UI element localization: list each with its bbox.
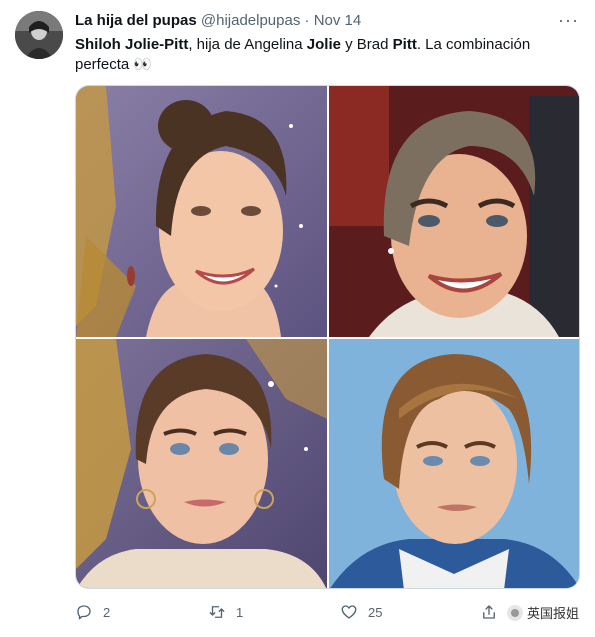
tweet-date[interactable]: Nov 14 [314, 12, 362, 29]
reply-button[interactable]: 2 [75, 603, 110, 621]
portrait-young-woman-earrings-icon [76, 339, 327, 588]
photo-3[interactable] [76, 339, 327, 588]
separator-dot: · [304, 12, 310, 29]
eyes-emoji: 👀 [133, 56, 153, 73]
like-button[interactable]: 25 [340, 603, 382, 621]
watermark: 英国报姐 [507, 603, 579, 622]
media-grid [75, 85, 580, 589]
photo-4[interactable] [329, 339, 579, 588]
text-part: y Brad [340, 36, 393, 53]
avatar-image [15, 11, 63, 59]
retweet-button[interactable]: 1 [208, 603, 243, 621]
heart-icon [341, 605, 357, 619]
display-name[interactable]: La hija del pupas [75, 12, 197, 29]
reply-count: 2 [103, 604, 111, 620]
tweet-actions: 2 1 25 英国报姐 [75, 603, 580, 625]
tweet-header: La hija del pupas @hijadelpupas · Nov 14 [75, 12, 361, 30]
tweet-text: Shiloh Jolie-Pitt, hija de Angelina Joli… [75, 35, 575, 75]
share-icon [483, 605, 495, 619]
watermark-text: 英国报姐 [527, 606, 580, 621]
reply-icon [77, 605, 91, 620]
portrait-woman-smiling-icon [329, 86, 579, 337]
photo-2[interactable] [329, 86, 579, 337]
user-handle[interactable]: @hijadelpupas [201, 12, 300, 29]
text-bold-name: Shiloh Jolie-Pitt [75, 36, 189, 53]
text-part: , hija de Angelina [188, 36, 307, 53]
more-options-icon[interactable]: ··· [558, 10, 579, 31]
watermark-logo-icon [507, 604, 523, 621]
photo-1[interactable] [76, 86, 327, 337]
text-bold-jolie: Jolie [306, 36, 341, 53]
portrait-young-woman-smiling-icon [76, 86, 327, 337]
portrait-young-man-icon [329, 339, 579, 588]
retweet-count: 1 [236, 604, 244, 620]
text-bold-pitt: Pitt [392, 36, 417, 53]
share-button[interactable] [480, 603, 508, 621]
avatar[interactable] [15, 11, 63, 59]
like-count: 25 [368, 604, 383, 620]
tweet[interactable]: La hija del pupas @hijadelpupas · Nov 14… [0, 0, 595, 637]
retweet-icon [209, 606, 225, 618]
